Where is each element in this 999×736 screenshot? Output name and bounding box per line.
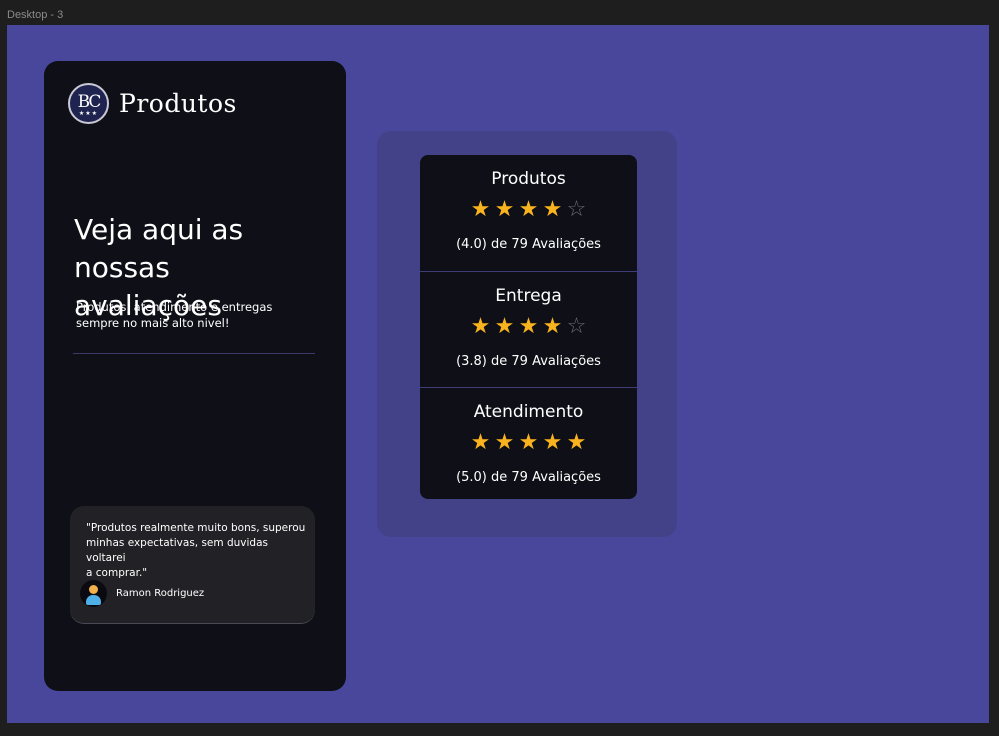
- user-avatar-icon: [80, 580, 107, 607]
- star-filled-icon: ★: [566, 430, 587, 455]
- star-rating: ★ ★ ★ ★ ☆: [420, 198, 637, 222]
- star-filled-icon: ★: [470, 314, 491, 339]
- quote-line-1: "Produtos realmente muito bons, superou: [86, 522, 306, 534]
- rating-count: (3.8) de 79 Avaliações: [456, 354, 601, 369]
- headline-line-1: Veja aqui as: [74, 213, 244, 246]
- frame-label: Desktop - 3: [7, 9, 64, 21]
- page-subtitle: Produtos, atendimento e entregas sempre …: [76, 299, 296, 331]
- author-name: Ramon Rodriguez: [116, 588, 205, 599]
- star-filled-icon: ★: [518, 197, 539, 222]
- ratings-card: Produtos ★ ★ ★ ★ ☆ (4.0) de 79 Avaliações Entre…: [420, 155, 637, 499]
- testimonial-author: Ramon Rodriguez: [80, 580, 204, 607]
- brand-title: Produtos: [119, 89, 237, 118]
- rating-title: Produtos: [491, 169, 566, 189]
- testimonial-quote: "Produtos realmente muito bons, superou …: [86, 521, 306, 581]
- star-empty-icon: ☆: [566, 314, 587, 339]
- logo-stars-icon: ★★★: [78, 110, 99, 117]
- star-filled-icon: ★: [518, 430, 539, 455]
- star-filled-icon: ★: [470, 430, 491, 455]
- desktop-canvas: BC ★★★ Produtos Veja aqui as nossas aval…: [7, 25, 989, 723]
- quote-line-3: a comprar.": [86, 567, 148, 579]
- phone-card: BC ★★★ Produtos Veja aqui as nossas aval…: [44, 61, 346, 691]
- star-rating: ★ ★ ★ ★ ☆: [420, 315, 637, 339]
- subline-line-2: sempre no mais alto nivel!: [76, 316, 230, 330]
- rating-count: (4.0) de 79 Avaliações: [456, 237, 601, 252]
- testimonial-card: "Produtos realmente muito bons, superou …: [70, 506, 315, 624]
- rating-title: Entrega: [495, 286, 562, 306]
- quote-line-2: minhas expectativas, sem duvidas voltare…: [86, 537, 268, 564]
- logo-monogram: BC: [77, 91, 102, 112]
- rating-section: Atendimento ★ ★ ★ ★ ★ (5.0) de 79 Avaliações: [420, 387, 637, 499]
- rating-title: Atendimento: [473, 402, 584, 422]
- star-empty-icon: ☆: [566, 197, 587, 222]
- star-filled-icon: ★: [542, 314, 563, 339]
- bc-logo-icon: BC ★★★: [68, 83, 109, 124]
- star-filled-icon: ★: [542, 430, 563, 455]
- subline-line-1: Produtos, atendimento e entregas: [76, 300, 273, 314]
- rating-section: Produtos ★ ★ ★ ★ ☆ (4.0) de 79 Avaliações: [420, 155, 637, 271]
- star-filled-icon: ★: [470, 197, 491, 222]
- star-rating: ★ ★ ★ ★ ★: [420, 431, 637, 455]
- rating-count: (5.0) de 79 Avaliações: [456, 470, 601, 485]
- star-filled-icon: ★: [494, 314, 515, 339]
- rating-section: Entrega ★ ★ ★ ★ ☆ (3.8) de 79 Avaliações: [420, 271, 637, 387]
- star-filled-icon: ★: [494, 430, 515, 455]
- star-filled-icon: ★: [518, 314, 539, 339]
- brand-header: BC ★★★ Produtos: [68, 83, 237, 124]
- star-filled-icon: ★: [494, 197, 515, 222]
- star-filled-icon: ★: [542, 197, 563, 222]
- divider: [73, 353, 315, 354]
